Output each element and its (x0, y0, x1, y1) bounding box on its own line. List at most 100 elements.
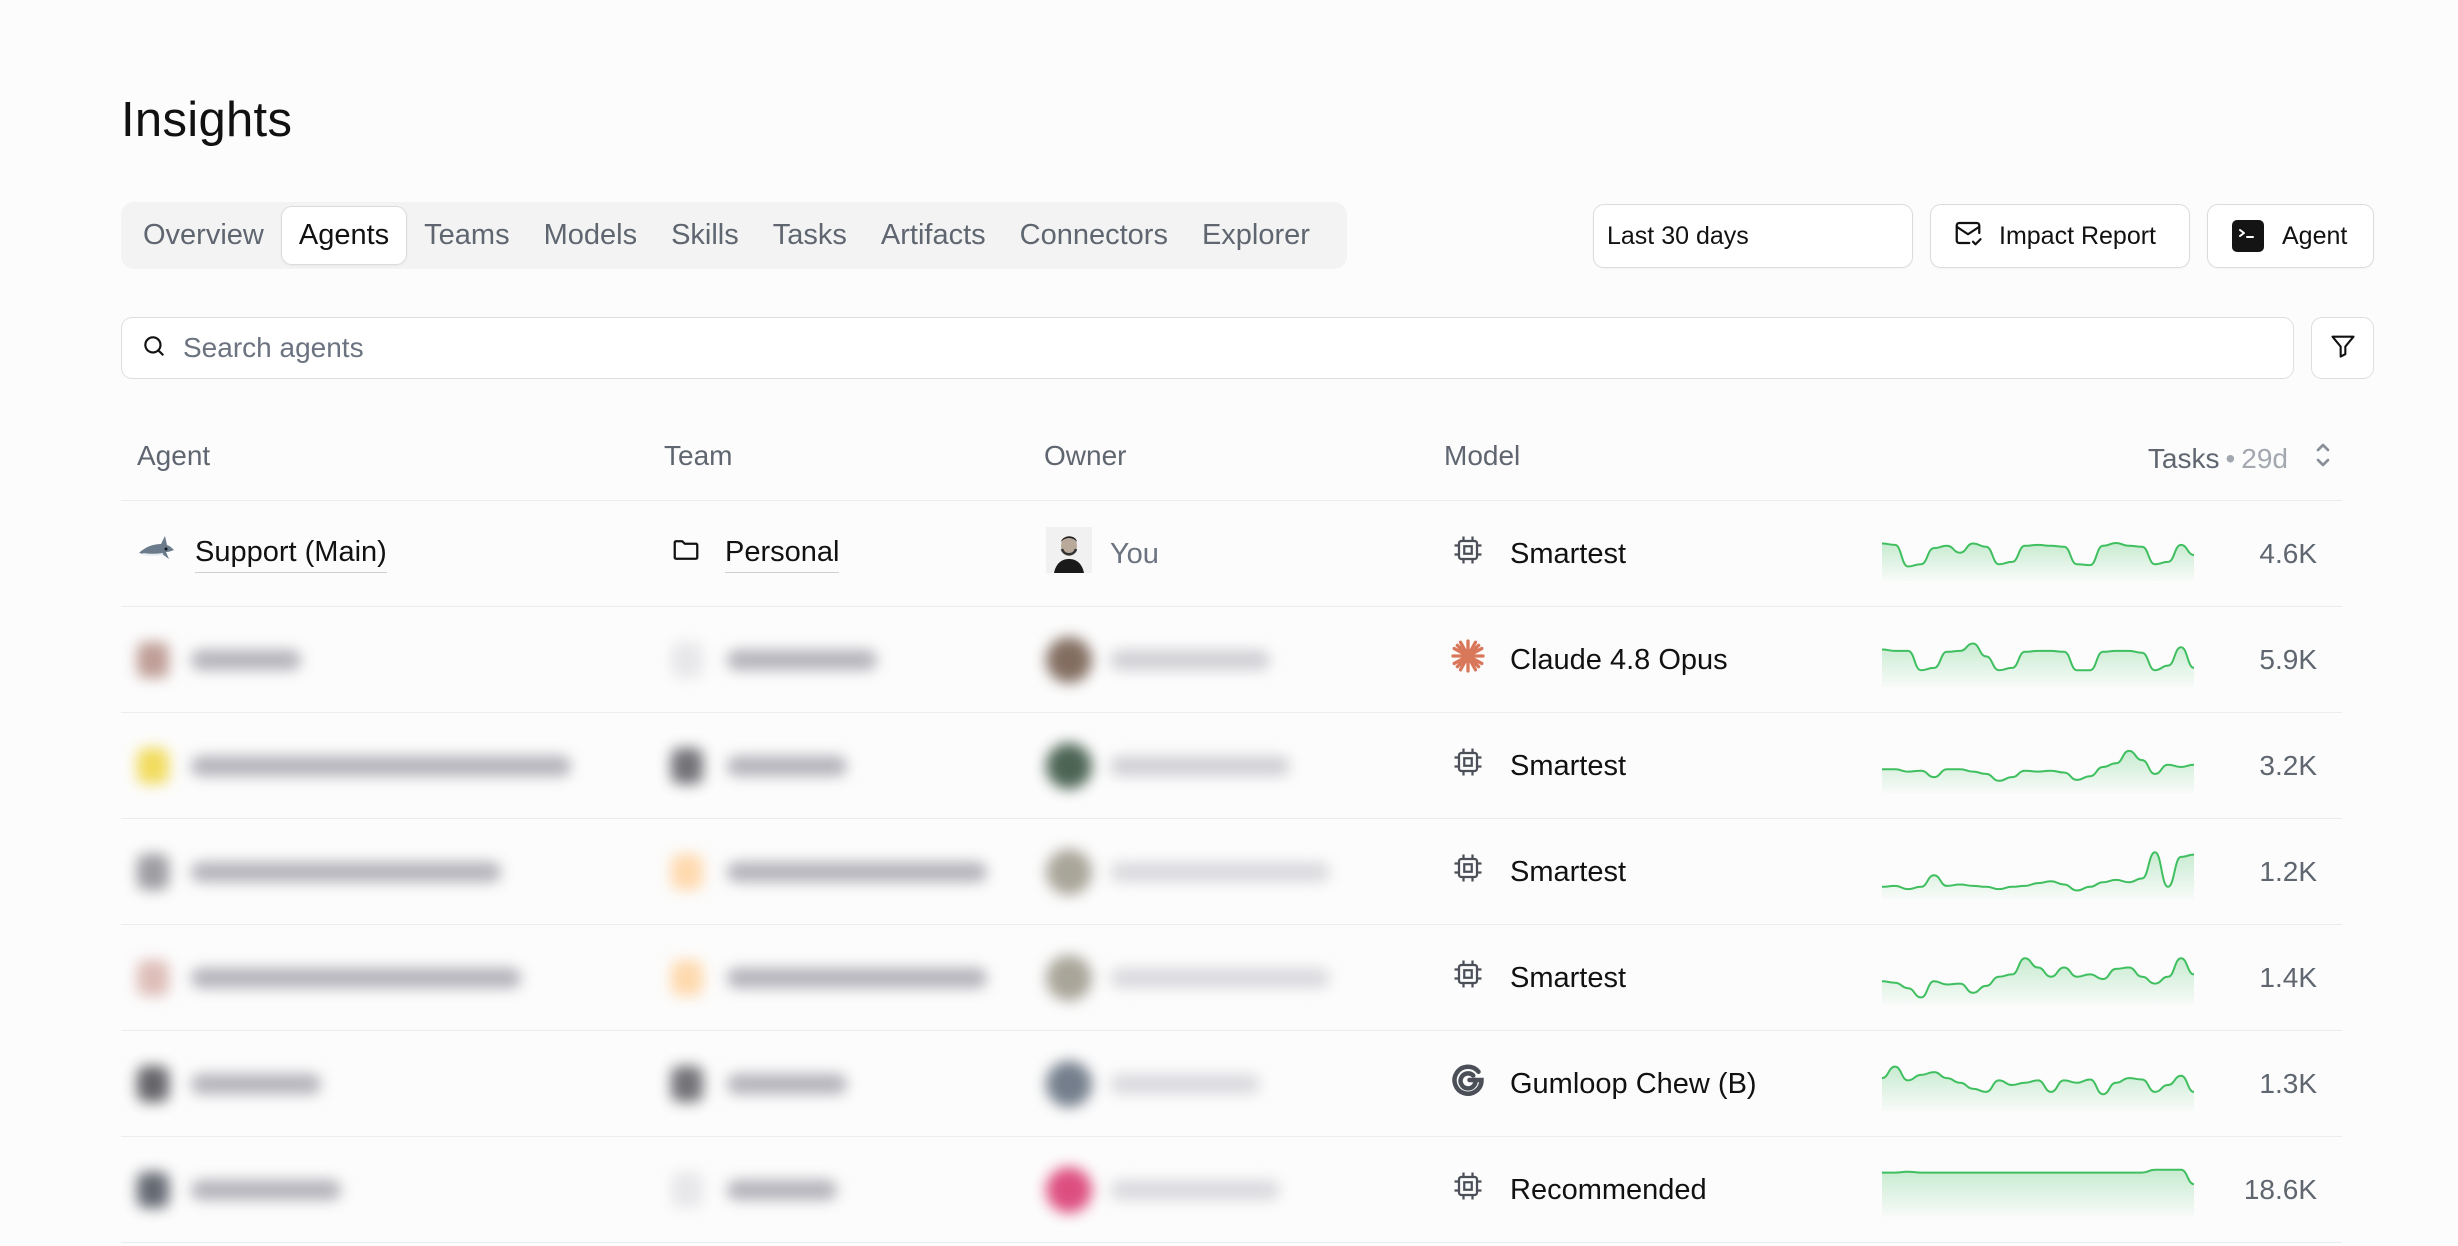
owner-name (1110, 968, 1330, 988)
tasks-count: 5.9K (2259, 644, 2317, 675)
filter-button[interactable] (2311, 317, 2374, 379)
table-row[interactable]: Smartest 1.2K (121, 818, 2342, 924)
team-name[interactable] (727, 1074, 847, 1094)
table-row[interactable]: Gumloop Chew (B) 1.3K (121, 1030, 2342, 1136)
team-icon (671, 854, 703, 890)
agent-cell[interactable] (137, 713, 571, 819)
agent-name[interactable] (191, 862, 501, 882)
team-name[interactable] (727, 862, 987, 882)
owner-cell (1046, 607, 1270, 713)
team-cell[interactable] (671, 925, 987, 1031)
table-row[interactable]: Claude 4.8 Opus 5.9K (121, 606, 2342, 712)
model-cell: Recommended (1450, 1137, 1707, 1243)
model-name: Smartest (1510, 537, 1627, 570)
tab-models[interactable]: Models (527, 206, 655, 265)
impact-report-button[interactable]: Impact Report (1930, 204, 2190, 268)
search-icon (141, 333, 167, 364)
avatar (1046, 527, 1092, 581)
model-name: Smartest (1510, 855, 1627, 888)
table-row[interactable]: Recommended 18.6K (121, 1136, 2342, 1242)
team-icon (671, 960, 703, 996)
agent-cell[interactable] (137, 1031, 321, 1137)
column-header-tasks[interactable]: Tasks • 29d (2148, 440, 2334, 477)
agent-name[interactable] (191, 650, 301, 670)
table-row[interactable]: Smartest 1.4K (121, 924, 2342, 1030)
search-input[interactable] (183, 332, 2293, 364)
tasks-count: 1.3K (2259, 1068, 2317, 1099)
team-cell[interactable] (671, 713, 847, 819)
tab-agents[interactable]: Agents (280, 206, 408, 265)
avatar (1046, 743, 1092, 789)
column-header-model[interactable]: Model (1444, 440, 1520, 472)
table-row[interactable]: Smartest 3.2K (121, 712, 2342, 818)
table-bottom-border (121, 1242, 2342, 1243)
team-name[interactable]: Personal (725, 536, 840, 573)
tasks-count: 1.4K (2259, 962, 2317, 993)
agent-name[interactable] (191, 1074, 321, 1094)
team-cell[interactable]: Personal (671, 501, 840, 607)
tab-bar: Overview Agents Teams Models Skills Task… (121, 202, 1347, 269)
avatar (1046, 1061, 1092, 1107)
avatar (1046, 955, 1092, 1001)
column-header-team[interactable]: Team (664, 440, 732, 472)
agent-cell[interactable] (137, 819, 501, 925)
agent-name[interactable] (191, 1180, 341, 1200)
agent-name[interactable]: Support (Main) (195, 536, 387, 573)
agent-cell[interactable]: Support (Main) (137, 501, 387, 607)
team-cell[interactable] (671, 1031, 847, 1137)
search-bar (121, 317, 2294, 379)
cpu-icon (1450, 1168, 1486, 1212)
team-name[interactable] (727, 650, 877, 670)
model-cell: Smartest (1450, 819, 1626, 925)
cpu-icon (1450, 744, 1486, 788)
tab-explorer[interactable]: Explorer (1185, 206, 1327, 265)
tab-teams[interactable]: Teams (407, 206, 526, 265)
agent-name[interactable] (191, 968, 521, 988)
sort-chevrons-icon[interactable] (2312, 440, 2334, 477)
owner-cell (1046, 925, 1330, 1031)
owner-cell: You (1046, 501, 1159, 607)
tasks-count: 1.2K (2259, 856, 2317, 887)
owner-cell (1046, 713, 1290, 819)
tab-artifacts[interactable]: Artifacts (864, 206, 1003, 265)
avatar (1046, 849, 1092, 895)
tasks-count: 4.6K (2259, 538, 2317, 569)
column-header-owner[interactable]: Owner (1044, 440, 1126, 472)
cpu-icon (1450, 850, 1486, 894)
team-cell[interactable] (671, 607, 877, 713)
team-cell[interactable] (671, 819, 987, 925)
new-agent-button[interactable]: Agent (2207, 204, 2374, 268)
filter-icon (2329, 332, 2357, 365)
tab-skills[interactable]: Skills (654, 206, 756, 265)
owner-name (1110, 1074, 1260, 1094)
model-name: Gumloop Chew (B) (1510, 1067, 1757, 1100)
gumloop-icon (1450, 1062, 1486, 1106)
owner-name (1110, 862, 1330, 882)
model-name: Recommended (1510, 1173, 1707, 1206)
agent-avatar (137, 854, 169, 890)
model-name: Smartest (1510, 749, 1627, 782)
new-agent-label: Agent (2282, 221, 2348, 250)
tab-connectors[interactable]: Connectors (1003, 206, 1185, 265)
table-row[interactable]: Support (Main) Personal You Smartest 4.6… (121, 500, 2342, 606)
team-name[interactable] (727, 968, 987, 988)
agent-cell[interactable] (137, 925, 521, 1031)
agent-cell[interactable] (137, 607, 301, 713)
tab-overview[interactable]: Overview (126, 206, 281, 265)
column-header-agent[interactable]: Agent (137, 440, 210, 472)
team-cell[interactable] (671, 1137, 837, 1243)
agent-avatar (137, 642, 169, 678)
agent-cell[interactable] (137, 1137, 341, 1243)
agent-name[interactable] (191, 756, 571, 776)
shark-icon (137, 533, 175, 575)
date-range-select[interactable]: Last 30 days (1593, 204, 1913, 268)
avatar (1046, 637, 1092, 683)
owner-cell (1046, 1031, 1260, 1137)
owner-cell (1046, 819, 1330, 925)
tasks-header-label: Tasks (2147, 442, 2220, 474)
terminal-icon (2232, 220, 2264, 252)
team-name[interactable] (727, 1180, 837, 1200)
owner-name: You (1110, 537, 1159, 570)
team-name[interactable] (727, 756, 847, 776)
tab-tasks[interactable]: Tasks (756, 206, 864, 265)
